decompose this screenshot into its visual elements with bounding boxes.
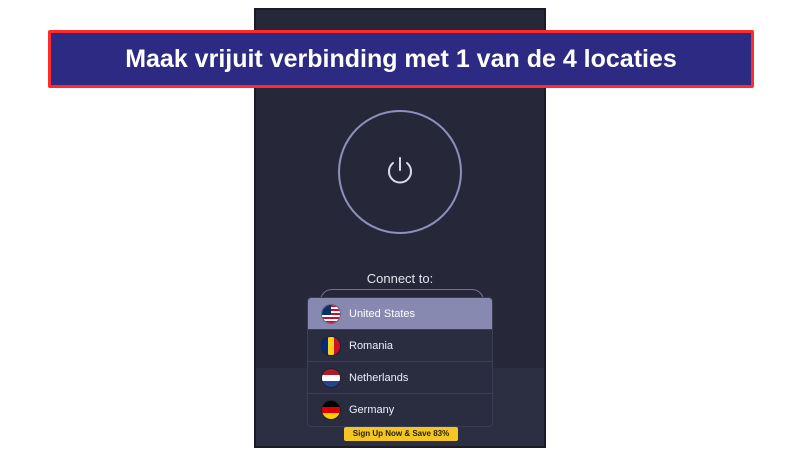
romania-flag-icon bbox=[322, 336, 340, 355]
power-icon bbox=[383, 153, 417, 192]
signup-button[interactable]: Sign Up Now & Save 83% bbox=[344, 427, 458, 441]
location-dropdown: United States Romania Netherlands German… bbox=[307, 297, 493, 427]
location-label: Netherlands bbox=[349, 371, 409, 384]
connect-power-button[interactable] bbox=[338, 110, 462, 234]
us-flag-icon bbox=[322, 304, 340, 323]
location-item-netherlands[interactable]: Netherlands bbox=[308, 362, 492, 394]
banner-text: Maak vrijuit verbinding met 1 van de 4 l… bbox=[51, 33, 751, 85]
location-label: Germany bbox=[349, 404, 395, 416]
location-item-united-states[interactable]: United States bbox=[308, 298, 492, 330]
location-item-romania[interactable]: Romania bbox=[308, 330, 492, 362]
location-item-germany[interactable]: Germany bbox=[308, 394, 492, 426]
netherlands-flag-icon bbox=[322, 368, 340, 387]
location-label: Romania bbox=[349, 339, 394, 352]
germany-flag-icon bbox=[322, 401, 340, 419]
headline-banner: Maak vrijuit verbinding met 1 van de 4 l… bbox=[48, 30, 754, 88]
location-label: United States bbox=[349, 307, 416, 320]
connect-to-label: Connect to: bbox=[366, 271, 434, 286]
